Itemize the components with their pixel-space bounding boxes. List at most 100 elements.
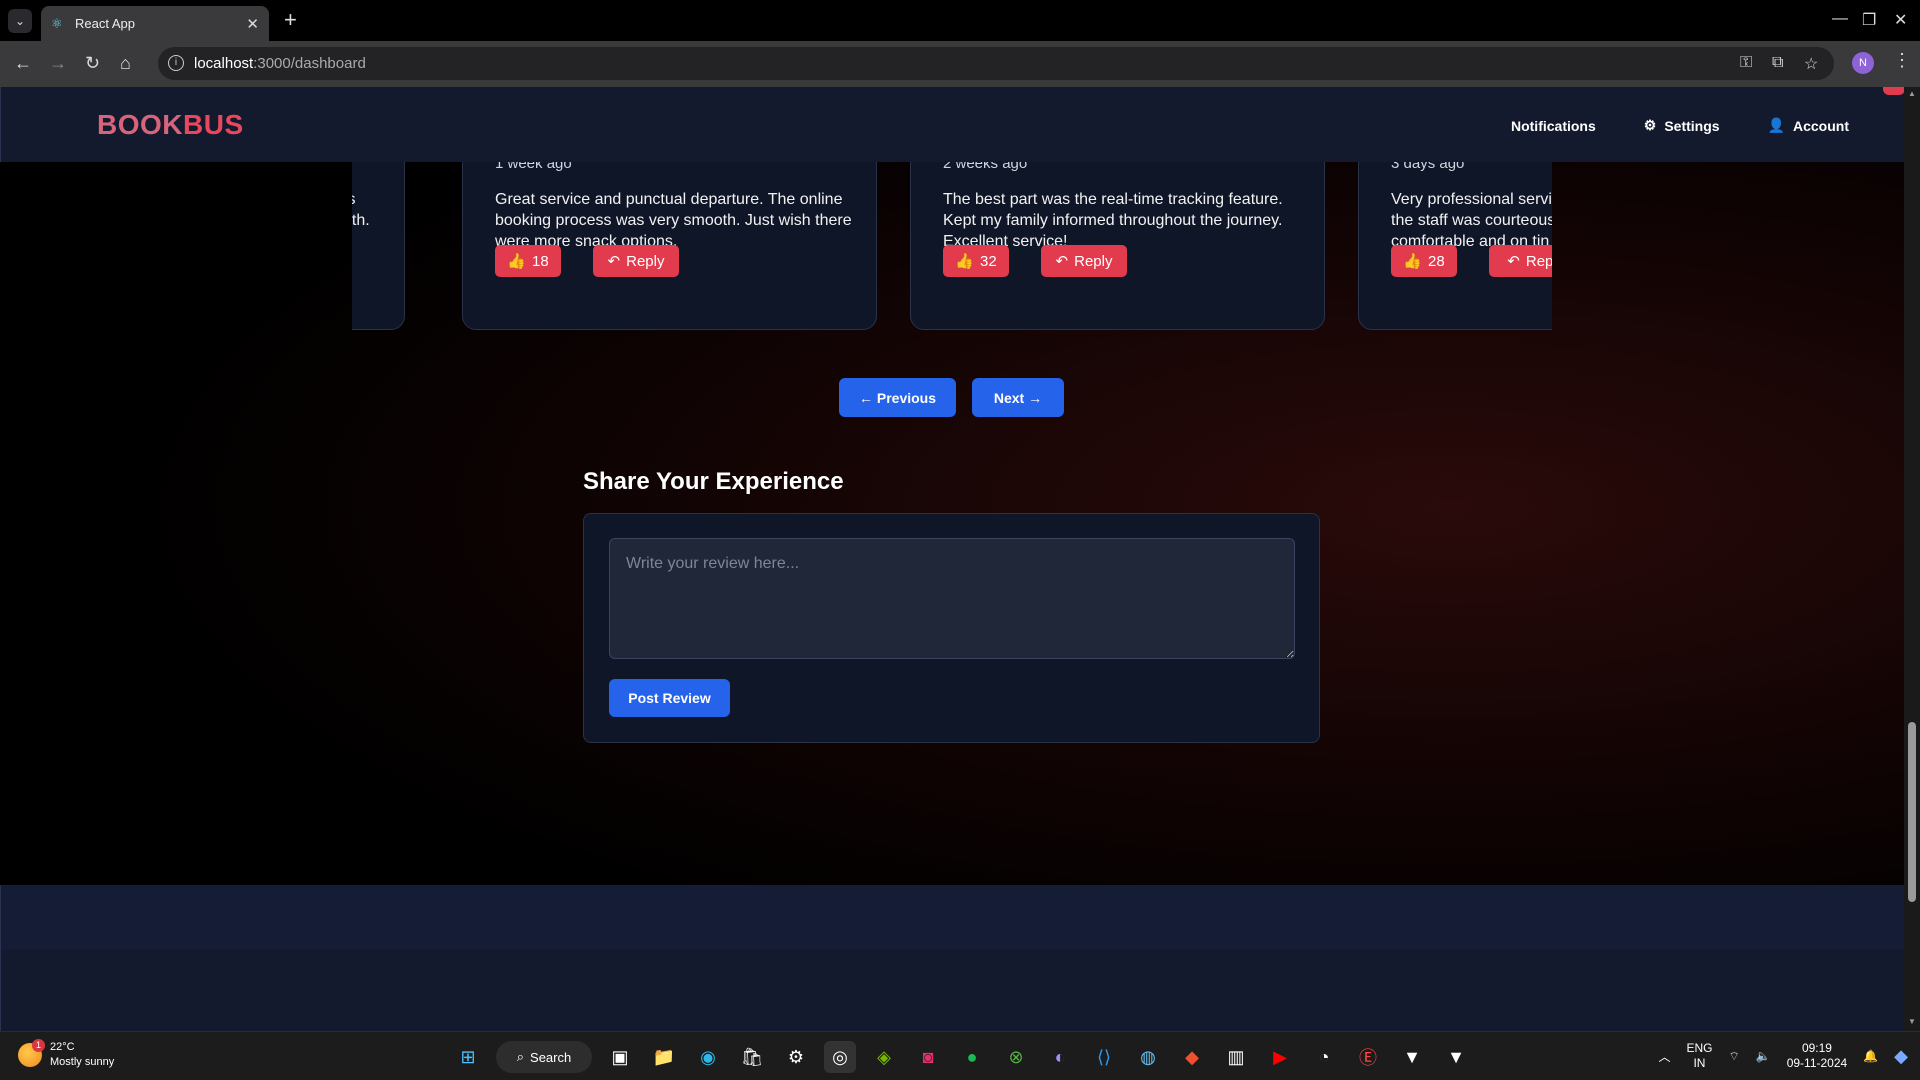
file-explorer-icon[interactable]: 📁 bbox=[648, 1041, 680, 1073]
post-review-button[interactable]: Post Review bbox=[609, 679, 730, 717]
like-button[interactable]: 👍 32 bbox=[943, 245, 1009, 277]
nav-notifications[interactable]: Notifications bbox=[1511, 117, 1596, 134]
nav-account-label: Account bbox=[1793, 117, 1849, 134]
vscode-icon[interactable]: ⟨⟩ bbox=[1088, 1041, 1120, 1073]
page-footer bbox=[0, 885, 1904, 1031]
scroll-down-icon[interactable]: ▼ bbox=[1908, 1017, 1916, 1026]
search-icon: ⌕ bbox=[516, 1049, 525, 1064]
reply-button[interactable]: ↶ Reply bbox=[593, 245, 679, 277]
lang-region: IN bbox=[1693, 1056, 1706, 1070]
like-button[interactable]: 👍 18 bbox=[495, 245, 561, 277]
scrollbar-thumb[interactable] bbox=[1908, 722, 1916, 902]
reply-label: Repl bbox=[1525, 252, 1552, 270]
reply-icon: ↶ bbox=[1507, 253, 1520, 270]
address-bar[interactable]: i localhost:3000/dashboard ⚿ ⧉ ☆ bbox=[158, 47, 1834, 80]
system-tray: ︿ ENG IN ⌔ 🔈 09:19 09-11-2024 🔔 ◆ bbox=[1658, 1041, 1908, 1071]
app-header: BOOKBUS Notifications ⚙ Settings 👤 Account bbox=[0, 87, 1904, 162]
sun-icon: 1 bbox=[18, 1039, 45, 1067]
bookmark-star-icon[interactable]: ☆ bbox=[1804, 54, 1818, 74]
url-text[interactable]: localhost:3000/dashboard bbox=[194, 55, 366, 72]
notification-indicator bbox=[1883, 87, 1904, 95]
edge-icon[interactable]: ◉ bbox=[692, 1041, 724, 1073]
browser-tab[interactable]: ⚛ React App ✕ bbox=[41, 6, 269, 41]
ea-icon[interactable]: Ⓔ bbox=[1352, 1041, 1384, 1073]
settings-app-icon[interactable]: ⚙ bbox=[780, 1041, 812, 1073]
obs-icon[interactable]: ◔ bbox=[1308, 1041, 1340, 1073]
like-count: 32 bbox=[980, 252, 997, 270]
review-card: 1 week ago Great service and punctual de… bbox=[462, 162, 877, 330]
nvidia-icon[interactable]: ◈ bbox=[868, 1041, 900, 1073]
github-icon[interactable]: ◐ bbox=[1044, 1041, 1076, 1073]
chevron-up-icon[interactable]: ︿ bbox=[1658, 1048, 1670, 1065]
site-info-icon[interactable]: i bbox=[168, 55, 184, 71]
windows-taskbar: 1 22°C Mostly sunny ⊞ ⌕ Search ▣ 📁 ◉ 🛍 ⚙ … bbox=[0, 1031, 1920, 1080]
epic-icon[interactable]: ▼ bbox=[1396, 1041, 1428, 1073]
new-tab-button[interactable]: + bbox=[284, 9, 297, 31]
page-viewport: BOOKBUS Notifications ⚙ Settings 👤 Account… bbox=[0, 87, 1904, 1031]
git-icon[interactable]: ◆ bbox=[1176, 1041, 1208, 1073]
home-icon[interactable]: ⌂ bbox=[120, 53, 131, 73]
xbox-icon[interactable]: ⊗ bbox=[1000, 1041, 1032, 1073]
minimize-icon[interactable]: — bbox=[1832, 10, 1848, 28]
review-text: Great service and punctual departure. Th… bbox=[495, 191, 852, 250]
restore-icon[interactable]: ❐ bbox=[1862, 10, 1876, 30]
store-icon[interactable]: 🛍 bbox=[736, 1041, 768, 1073]
weather-widget[interactable]: 1 22°C Mostly sunny bbox=[18, 1039, 114, 1070]
steam-icon[interactable]: ◍ bbox=[1132, 1041, 1164, 1073]
browser-menu-icon[interactable]: ⋮ bbox=[1893, 50, 1911, 71]
footer-band bbox=[1, 885, 1904, 949]
close-tab-icon[interactable]: ✕ bbox=[246, 15, 259, 33]
install-app-icon[interactable]: ⧉ bbox=[1772, 54, 1783, 72]
taskbar-apps: ⊞ ⌕ Search ▣ 📁 ◉ 🛍 ⚙ ◎ ◈ ◙ ● ⊗ ◐ ⟨⟩ ◍ ◆ ▥… bbox=[452, 1041, 1472, 1073]
review-text: The best part was the real-time tracking… bbox=[943, 191, 1283, 250]
app-icon[interactable]: ▥ bbox=[1220, 1041, 1252, 1073]
review-textarea[interactable] bbox=[609, 538, 1295, 659]
task-view-icon[interactable]: ▣ bbox=[604, 1041, 636, 1073]
user-icon: 👤 bbox=[1767, 117, 1785, 133]
scroll-up-icon[interactable]: ▲ bbox=[1908, 89, 1916, 98]
reply-icon: ↶ bbox=[607, 253, 621, 270]
reply-label: Reply bbox=[626, 252, 665, 270]
thumbs-up-icon: 👍 bbox=[1403, 253, 1422, 270]
instagram-icon[interactable]: ◙ bbox=[912, 1041, 944, 1073]
wifi-icon[interactable]: ⌔ bbox=[1728, 1049, 1739, 1064]
taskbar-search[interactable]: ⌕ Search bbox=[496, 1041, 592, 1073]
like-button[interactable]: 👍 28 bbox=[1391, 245, 1457, 277]
review-date: 2 weeks ago bbox=[943, 162, 1028, 172]
language-indicator[interactable]: ENG IN bbox=[1686, 1041, 1712, 1071]
tab-title: React App bbox=[75, 16, 135, 31]
url-path: :3000/dashboard bbox=[253, 55, 366, 72]
previous-button[interactable]: ← Previous bbox=[839, 378, 956, 417]
forward-icon[interactable]: → bbox=[49, 53, 67, 73]
page-scrollbar[interactable]: ▲ ▼ bbox=[1904, 87, 1920, 1031]
volume-icon[interactable]: 🔈 bbox=[1756, 1049, 1771, 1063]
youtube-icon[interactable]: ▶ bbox=[1264, 1041, 1296, 1073]
browser-toolbar: ← → ↻ ⌂ i localhost:3000/dashboard ⚿ ⧉ ☆… bbox=[0, 41, 1920, 87]
password-key-icon[interactable]: ⚿ bbox=[1740, 54, 1752, 72]
spotify-icon[interactable]: ● bbox=[956, 1041, 988, 1073]
like-count: 28 bbox=[1428, 252, 1445, 270]
reload-icon[interactable]: ↻ bbox=[85, 53, 100, 73]
tab-search-button[interactable]: ⌄ bbox=[8, 9, 32, 33]
bookbus-logo[interactable]: BOOKBUS bbox=[97, 109, 244, 141]
chrome-icon[interactable]: ◎ bbox=[824, 1041, 856, 1073]
epic-games-icon[interactable]: ▼ bbox=[1440, 1041, 1472, 1073]
back-icon[interactable]: ← bbox=[14, 53, 32, 73]
next-button[interactable]: Next → bbox=[972, 378, 1064, 417]
review-card: 3 days ago Very professional servic the … bbox=[1358, 162, 1552, 330]
reply-button[interactable]: ↶ Repl bbox=[1489, 245, 1552, 277]
nav-settings[interactable]: ⚙ Settings bbox=[1644, 117, 1720, 134]
clock[interactable]: 09:19 09-11-2024 bbox=[1787, 1041, 1848, 1071]
windows-start-icon[interactable]: ⊞ bbox=[452, 1041, 484, 1073]
logo-part-book: BOOK bbox=[97, 109, 183, 140]
nav-account[interactable]: 👤 Account bbox=[1768, 117, 1849, 134]
reply-button[interactable]: ↶ Reply bbox=[1041, 245, 1127, 277]
nav-notifications-label: Notifications bbox=[1510, 117, 1596, 134]
close-window-icon[interactable]: ✕ bbox=[1894, 10, 1907, 30]
weather-badge: 1 bbox=[32, 1039, 45, 1052]
weather-temp: 22°C bbox=[50, 1041, 75, 1053]
url-host: localhost bbox=[194, 55, 254, 72]
bell-icon[interactable]: 🔔 bbox=[1863, 1049, 1878, 1063]
copilot-icon[interactable]: ◆ bbox=[1894, 1046, 1908, 1067]
profile-avatar[interactable]: N bbox=[1852, 52, 1874, 74]
